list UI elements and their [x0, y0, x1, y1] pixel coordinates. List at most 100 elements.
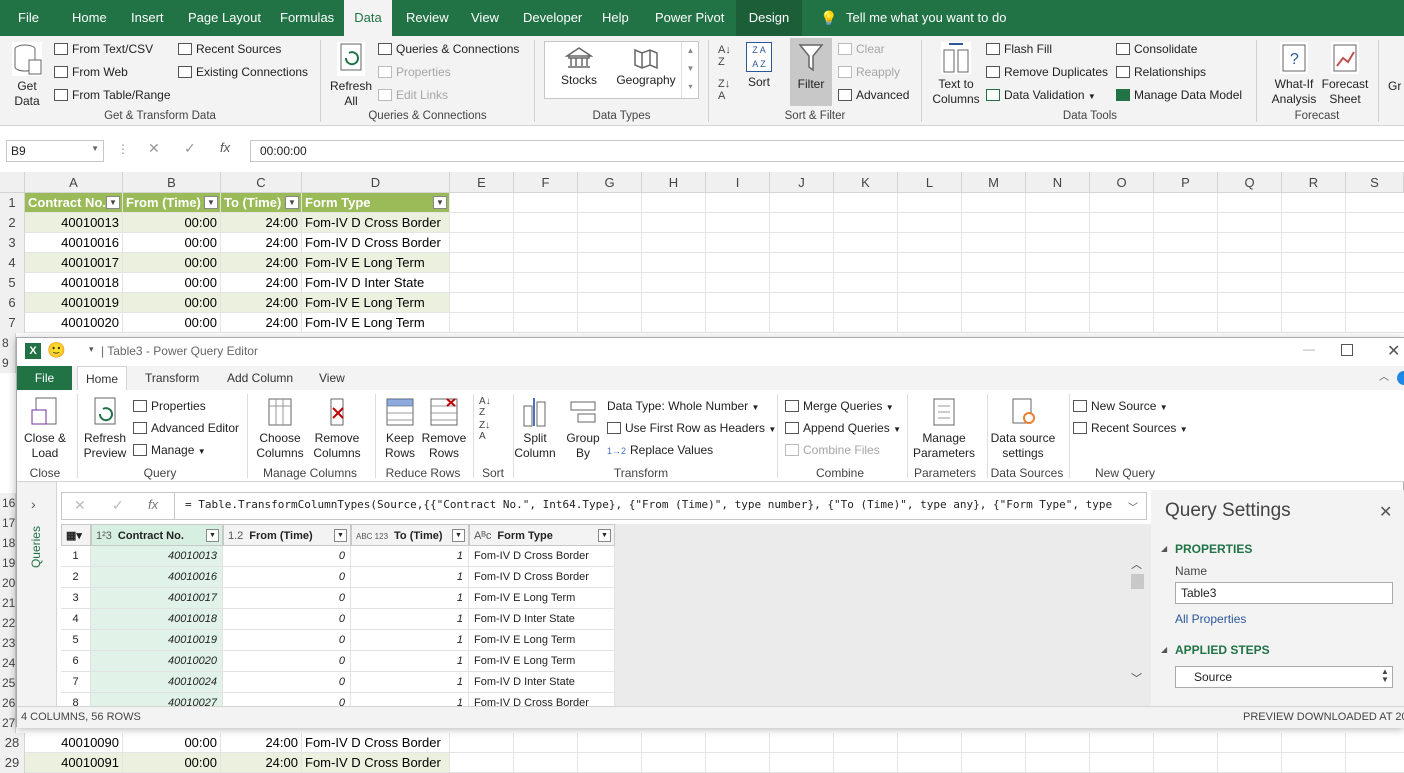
pq-cell[interactable]: 0 [223, 672, 351, 693]
sort-descending-icon[interactable]: Z↓ A [479, 420, 490, 442]
combine-files-button[interactable]: Combine Files [785, 442, 880, 458]
row-header[interactable]: 24 [0, 653, 16, 673]
empty-cell[interactable] [898, 313, 962, 333]
empty-cell[interactable] [1282, 293, 1346, 313]
table-cell[interactable]: 00:00 [123, 273, 221, 293]
empty-cell[interactable] [578, 753, 642, 773]
recent-sources-button[interactable]: Recent Sources [178, 41, 281, 57]
empty-cell[interactable] [514, 313, 578, 333]
empty-cell[interactable] [642, 213, 706, 233]
select-all-corner[interactable] [0, 172, 25, 193]
pq-cell[interactable]: 40010024 [91, 672, 223, 693]
empty-cell[interactable] [514, 733, 578, 753]
empty-cell[interactable] [962, 293, 1026, 313]
table-cell[interactable]: 00:00 [123, 293, 221, 313]
pq-row-number[interactable]: 5 [61, 630, 91, 651]
minimize-icon[interactable]: — [1303, 342, 1315, 356]
pq-column-header[interactable]: Aᴮc Form Type ▼ [469, 524, 615, 546]
keep-rows-button[interactable]: Keep Rows [379, 396, 421, 461]
manage-button[interactable]: Manage ▼ [133, 442, 206, 460]
pq-row-number[interactable]: 4 [61, 609, 91, 630]
column-header[interactable]: M [962, 172, 1026, 193]
empty-cell[interactable] [578, 193, 642, 213]
table-cell[interactable]: 40010091 [25, 753, 123, 773]
empty-cell[interactable] [1282, 273, 1346, 293]
empty-cell[interactable] [1346, 213, 1404, 233]
pq-row-number[interactable]: 6 [61, 651, 91, 672]
table-cell[interactable]: Fom-IV D Cross Border [302, 233, 450, 253]
empty-cell[interactable] [578, 253, 642, 273]
row-header[interactable]: 1 [0, 193, 25, 213]
column-header[interactable]: K [834, 172, 898, 193]
row-header[interactable]: 8 [0, 333, 16, 353]
choose-columns-button[interactable]: Choose Columns [253, 396, 307, 461]
empty-cell[interactable] [1218, 273, 1282, 293]
edit-links-button[interactable]: Edit Links [378, 87, 448, 103]
empty-cell[interactable] [450, 733, 514, 753]
column-header[interactable]: S [1346, 172, 1404, 193]
tab-design[interactable]: Design [736, 0, 802, 36]
pq-column-header[interactable]: 1.2 From (Time) ▼ [223, 524, 351, 546]
empty-cell[interactable] [450, 233, 514, 253]
pq-column-header[interactable]: 1²3 Contract No. ▼ [91, 524, 223, 546]
empty-cell[interactable] [1090, 213, 1154, 233]
empty-cell[interactable] [450, 313, 514, 333]
table-header-cell[interactable]: Contract No. ▼ [25, 193, 123, 213]
empty-cell[interactable] [834, 753, 898, 773]
row-header[interactable]: 4 [0, 253, 25, 273]
smiley-icon[interactable]: 🙂 [47, 341, 66, 359]
table-cell[interactable]: Fom-IV D Inter State [302, 273, 450, 293]
empty-cell[interactable] [1090, 313, 1154, 333]
column-header[interactable]: R [1282, 172, 1346, 193]
properties-button[interactable]: Properties [378, 64, 451, 80]
empty-cell[interactable] [1026, 273, 1090, 293]
table-cell[interactable]: 40010016 [25, 233, 123, 253]
pq-cell[interactable]: 0 [223, 567, 351, 588]
column-header[interactable]: C [221, 172, 302, 193]
tell-me-box[interactable]: Tell me what you want to do [846, 0, 1006, 36]
pq-cell[interactable]: 40010017 [91, 588, 223, 609]
empty-cell[interactable] [450, 273, 514, 293]
column-header[interactable]: J [770, 172, 834, 193]
pq-row-number[interactable]: 1 [61, 546, 91, 567]
empty-cell[interactable] [578, 273, 642, 293]
pq-cell[interactable]: 40010019 [91, 630, 223, 651]
from-table-range-button[interactable]: From Table/Range [54, 87, 171, 103]
table-cell[interactable]: 24:00 [221, 273, 302, 293]
empty-cell[interactable] [770, 233, 834, 253]
pq-cell[interactable]: 0 [223, 651, 351, 672]
empty-cell[interactable] [1346, 753, 1404, 773]
table-cell[interactable]: 24:00 [221, 253, 302, 273]
expand-formula-icon[interactable]: ﹀ [1128, 499, 1138, 514]
pq-cell[interactable]: 0 [223, 630, 351, 651]
empty-cell[interactable] [962, 253, 1026, 273]
collapse-ribbon-icon[interactable]: ︿ [1379, 366, 1389, 390]
empty-cell[interactable] [834, 273, 898, 293]
table-cell[interactable]: 40010020 [25, 313, 123, 333]
pq-tab-transform[interactable]: Transform [145, 366, 199, 390]
empty-cell[interactable] [1346, 313, 1404, 333]
empty-cell[interactable] [898, 273, 962, 293]
pq-cell[interactable]: 1 [351, 651, 469, 672]
pq-cell[interactable]: Fom-IV D Cross Border [469, 567, 615, 588]
empty-cell[interactable] [578, 313, 642, 333]
advanced-editor-button[interactable]: Advanced Editor [133, 420, 239, 436]
close-settings-icon[interactable]: ✕ [1379, 502, 1392, 522]
pq-column-header[interactable]: ABC 123 To (Time) ▼ [351, 524, 469, 546]
flash-fill-button[interactable]: Flash Fill [986, 41, 1052, 57]
table-cell[interactable]: Fom-IV E Long Term [302, 293, 450, 313]
collapse-triangle-icon[interactable]: ◢ [1161, 645, 1167, 654]
table-cell[interactable]: 24:00 [221, 313, 302, 333]
column-filter-icon[interactable]: ▼ [452, 529, 465, 542]
empty-cell[interactable] [898, 213, 962, 233]
pq-cell[interactable]: 0 [223, 546, 351, 567]
filter-dropdown-icon[interactable]: ▼ [285, 196, 299, 209]
column-header[interactable]: G [578, 172, 642, 193]
empty-cell[interactable] [1026, 193, 1090, 213]
tab-insert[interactable]: Insert [131, 0, 164, 36]
table-cell[interactable]: 40010090 [25, 733, 123, 753]
column-header[interactable]: N [1026, 172, 1090, 193]
empty-cell[interactable] [1282, 233, 1346, 253]
empty-cell[interactable] [1218, 213, 1282, 233]
sort-button[interactable]: Z AA Z Sort [742, 42, 776, 90]
